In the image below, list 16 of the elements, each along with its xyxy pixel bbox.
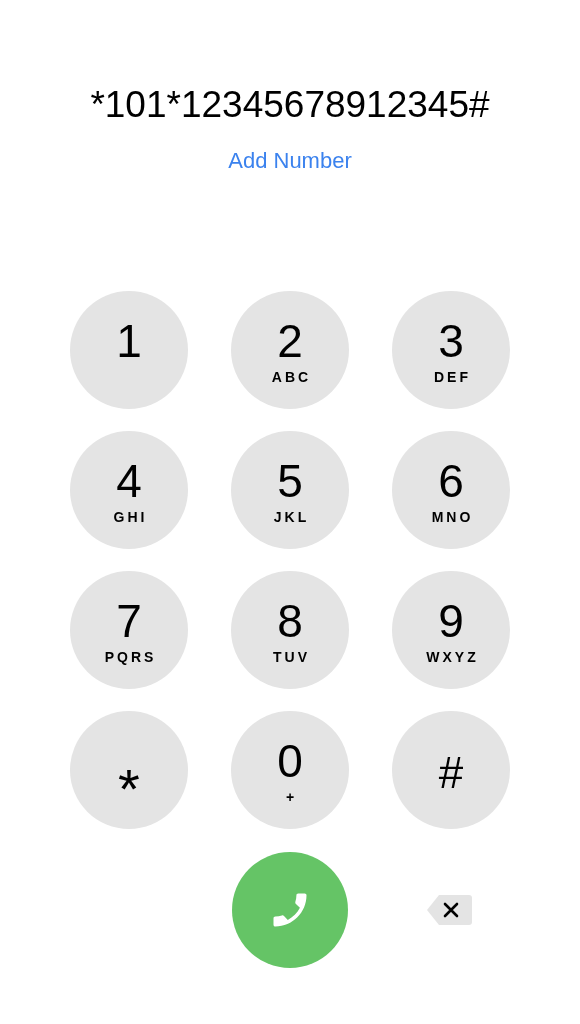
delete-icon [425,892,473,927]
keypad-key[interactable]: 9 WXYZ [392,571,510,689]
keypad-key[interactable]: 2 ABC [231,291,349,409]
keypad-key[interactable]: # [392,711,510,829]
keypad-key[interactable]: 5 JKL [231,431,349,549]
keypad-key[interactable]: 0 + [231,711,349,829]
keypad-key[interactable]: 7 PQRS [70,571,188,689]
keypad-key[interactable]: 4 GHI [70,431,188,549]
keypad-key[interactable]: 3 DEF [392,291,510,409]
keypad-key[interactable]: 1 [70,291,188,409]
keypad-key[interactable]: 6 MNO [392,431,510,549]
keypad-key[interactable]: 8 TUV [231,571,349,689]
dialed-number: *101*12345678912345# [90,84,490,126]
add-number-link[interactable]: Add Number [228,148,352,174]
keypad-key[interactable]: * [70,711,188,829]
delete-button[interactable] [425,892,473,927]
